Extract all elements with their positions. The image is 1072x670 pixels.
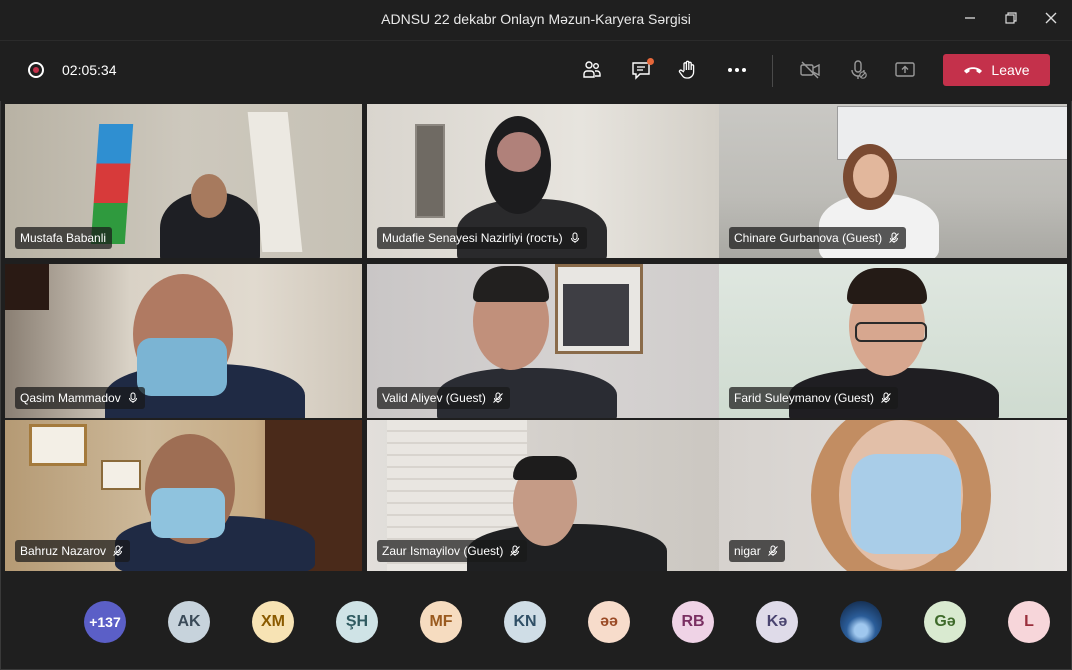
recording-icon — [28, 62, 44, 78]
title-bar: ADNSU 22 dekabr Onlayn Məzun-Karyera Sər… — [0, 0, 1072, 41]
minimize-icon — [965, 17, 975, 19]
raise-hand-icon — [678, 60, 695, 79]
video-tile[interactable]: Zaur Ismayilov (Guest) — [367, 420, 724, 571]
participant-nameplate: nigar — [729, 540, 785, 562]
raise-hand-button[interactable] — [673, 55, 703, 85]
mic-muted-icon — [128, 392, 137, 403]
participant-avatar[interactable]: ŞH — [336, 601, 378, 643]
mic-muted-icon — [767, 545, 778, 556]
video-tile[interactable]: Farid Suleymanov (Guest) — [719, 264, 1067, 418]
participant-nameplate: Mudafie Senayesi Nazirliyi (гость) — [377, 227, 587, 249]
mic-muted-icon — [113, 545, 123, 556]
more-participants-button[interactable]: +137 — [84, 601, 126, 643]
video-tile[interactable]: Qasim Mammadov — [5, 264, 362, 418]
participant-nameplate: Chinare Gurbanova (Guest) — [729, 227, 907, 249]
leave-button[interactable]: Leave — [943, 54, 1050, 86]
mic-muted-icon — [889, 232, 899, 243]
video-tile[interactable]: Mustafa Babanli — [5, 104, 362, 258]
close-icon — [1045, 12, 1057, 24]
video-tile[interactable]: Chinare Gurbanova (Guest) — [719, 104, 1067, 258]
minimize-button[interactable] — [958, 8, 982, 32]
participant-nameplate: Farid Suleymanov (Guest) — [729, 387, 899, 409]
video-tile[interactable]: Mudafie Senayesi Nazirliyi (гость) — [367, 104, 724, 258]
participant-avatar[interactable]: AK — [168, 601, 210, 643]
mic-muted-icon — [510, 545, 521, 556]
close-button[interactable] — [1039, 8, 1063, 32]
participant-avatar[interactable]: XM — [252, 601, 294, 643]
window-title: ADNSU 22 dekabr Onlayn Məzun-Karyera Sər… — [381, 11, 691, 27]
participant-avatar[interactable]: L — [1008, 601, 1050, 643]
more-actions-button[interactable] — [722, 55, 752, 85]
participant-nameplate: Mustafa Babanli — [15, 227, 113, 249]
restore-button[interactable] — [999, 8, 1023, 32]
camera-off-icon — [800, 61, 820, 79]
leave-label: Leave — [991, 62, 1030, 78]
participant-nameplate: Zaur Ismayilov (Guest) — [377, 540, 528, 562]
participant-avatar[interactable]: əə — [588, 601, 630, 643]
toolbar-divider — [772, 55, 773, 87]
show-conversation-button[interactable] — [626, 55, 656, 85]
participant-avatar[interactable] — [840, 601, 882, 643]
participant-nameplate: Bahruz Nazarov — [15, 540, 131, 562]
recording-timer: 02:05:34 — [62, 62, 117, 78]
restore-icon — [1005, 12, 1017, 24]
participant-avatar[interactable]: RB — [672, 601, 714, 643]
participant-avatar[interactable]: KN — [504, 601, 546, 643]
meeting-controls: 02:05:34 Leave — [0, 41, 1072, 101]
people-icon — [583, 61, 601, 78]
video-tile[interactable]: nigar — [719, 420, 1067, 571]
video-tile[interactable]: Valid Aliyev (Guest) — [367, 264, 724, 418]
mic-toggle-button[interactable] — [843, 55, 873, 85]
camera-toggle-button[interactable] — [795, 55, 825, 85]
mic-off-icon — [851, 60, 867, 79]
participant-avatar[interactable]: MF — [420, 601, 462, 643]
mic-muted-icon — [570, 232, 579, 243]
mic-muted-icon — [492, 392, 503, 403]
phone-hangup-icon — [964, 67, 983, 74]
participant-avatar[interactable]: Gə — [924, 601, 966, 643]
show-participants-button[interactable] — [577, 55, 607, 85]
share-tray-button[interactable] — [890, 55, 920, 85]
participant-nameplate: Valid Aliyev (Guest) — [377, 387, 510, 409]
unread-badge — [647, 58, 654, 65]
video-tile[interactable]: Bahruz Nazarov — [5, 420, 362, 571]
share-tray-icon — [895, 62, 915, 77]
participant-nameplate: Qasim Mammadov — [15, 387, 145, 409]
mic-muted-icon — [881, 392, 891, 403]
more-icon — [728, 68, 746, 72]
participant-avatar[interactable]: Kə — [756, 601, 798, 643]
